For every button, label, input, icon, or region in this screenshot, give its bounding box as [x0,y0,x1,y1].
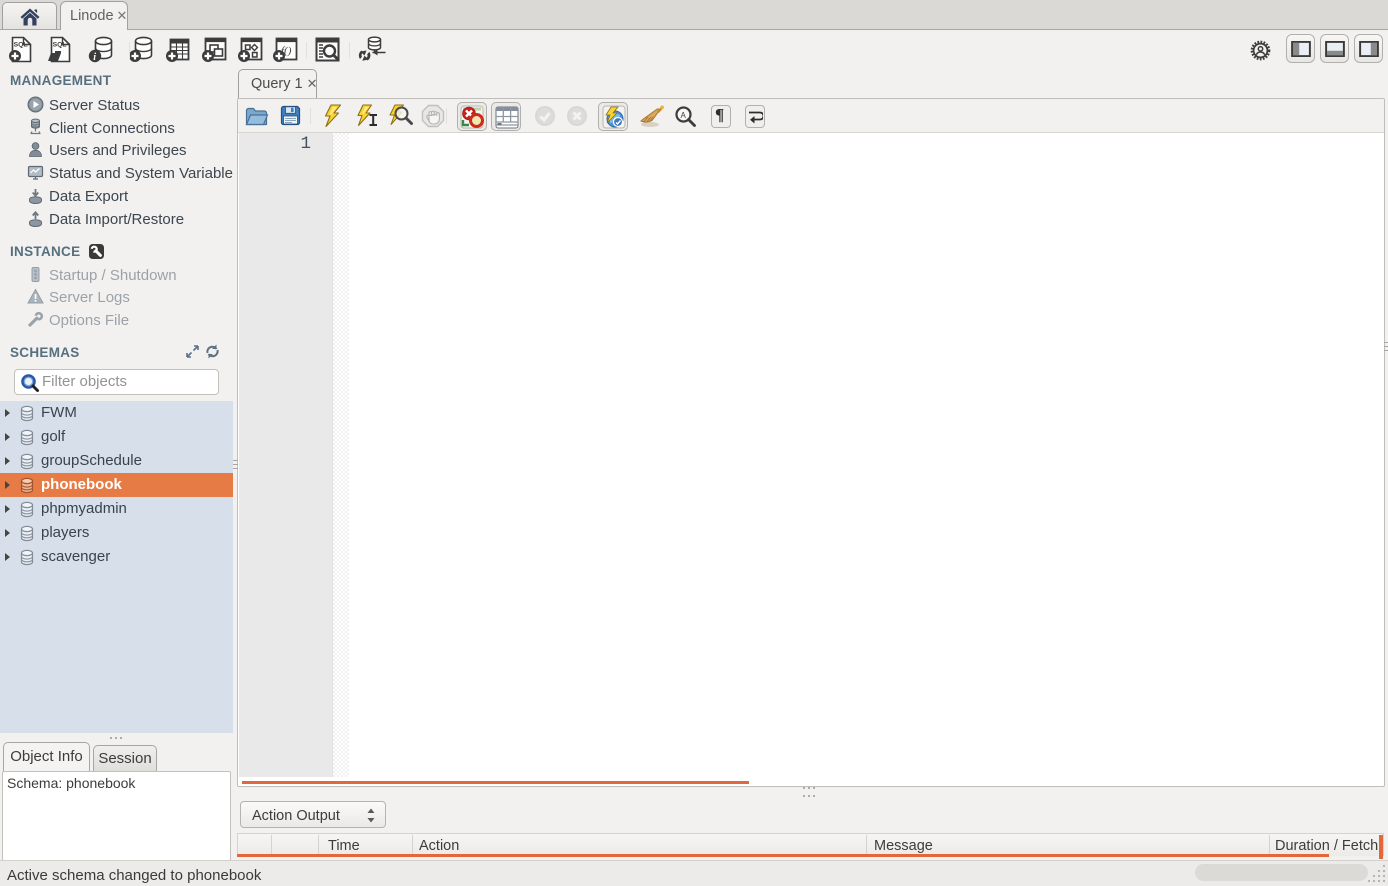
svg-text:SQL: SQL [53,42,67,49]
svg-text:A: A [681,111,687,120]
svg-text:i: i [93,52,96,63]
svg-text:SQL: SQL [14,42,28,49]
